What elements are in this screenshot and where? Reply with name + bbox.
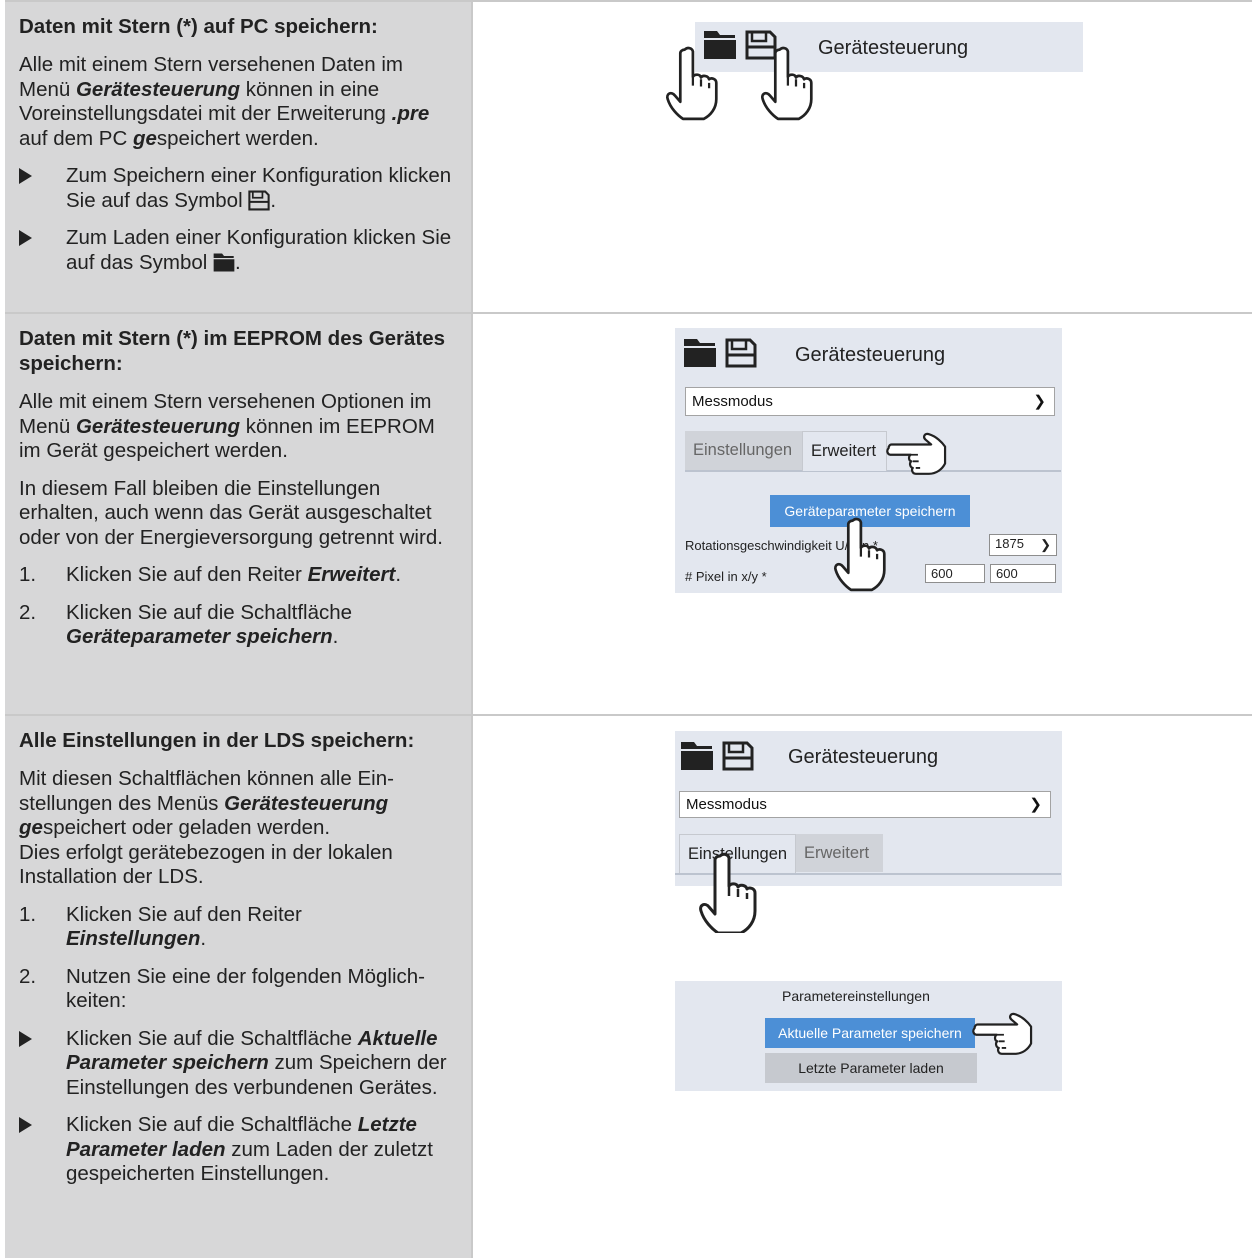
tab-advanced[interactable]: Erweitert [796, 834, 883, 872]
dropdown-value: Messmodus [692, 393, 773, 410]
disk-icon[interactable] [725, 338, 757, 368]
panel-title: Gerätesteuerung [788, 746, 939, 768]
tab-name: Einstellungen [66, 927, 201, 950]
step-item: 1. Klicken Sie auf den Reiter Einstellung… [19, 903, 457, 952]
section-heading: Alle Einstellungen in der LDS speichern: [19, 729, 415, 752]
folder-icon[interactable] [683, 338, 717, 368]
folder-icon [213, 252, 235, 273]
text: Dies erfolgt gerätebezogen in der lokale… [19, 840, 393, 889]
tab-name: Erweitert [307, 563, 396, 586]
section-heading: Daten mit Stern (*) im EEPROM des Geräte… [19, 327, 446, 375]
step-number: 1. [19, 902, 37, 926]
pixel-x-input[interactable]: 600 [925, 564, 985, 583]
dropdown-value: Messmodus [686, 796, 767, 813]
section-pc-save-illustration: Gerätesteuerung [475, 2, 1252, 314]
field-value: 1875 [995, 536, 1024, 551]
pointing-hand-icon [833, 514, 887, 592]
section-lds-save-illustration: Gerätesteuerung Messmodus ❯ Einstellungen… [475, 716, 1252, 1258]
section-heading: Daten mit Stern (*) auf PC speichern: [19, 15, 378, 38]
text: Klicken Sie auf die Schaltfläche [66, 1026, 358, 1050]
button-name: Geräteparameter speichern [66, 625, 333, 648]
tab-advanced[interactable]: Erweitert [802, 431, 887, 471]
text: auf dem PC [19, 126, 133, 150]
text: Nutzen Sie eine der folgenden Möglich­ke… [66, 964, 425, 1013]
save-current-params-button[interactable]: Aktuelle Parameter speichern [765, 1018, 975, 1048]
pointing-hand-icon [963, 1012, 1039, 1056]
step-item: 2. Nutzen Sie eine der folgenden Möglich­… [19, 965, 457, 1014]
mode-dropdown[interactable]: Messmodus ❯ [685, 387, 1055, 416]
mode-dropdown[interactable]: Messmodus ❯ [679, 791, 1051, 818]
pixel-y-input[interactable]: 600 [990, 564, 1056, 583]
section-lds-save: Alle Einstellungen in der LDS speichern:… [5, 714, 1252, 1258]
disk-icon [248, 190, 270, 211]
load-last-params-button[interactable]: Letzte Parameter laden [765, 1053, 977, 1083]
rotation-speed-select[interactable]: 1875 ❯ [989, 534, 1057, 556]
disk-icon[interactable] [722, 741, 754, 771]
text-emphasis: ge [132, 126, 157, 150]
pointing-hand-icon [760, 42, 814, 122]
section-pc-save-text: Daten mit Stern (*) auf PC speichern: Al… [5, 2, 473, 314]
pixel-label: # Pixel in x/y * [685, 569, 767, 584]
step-item: 1. Klicken Sie auf den Reiter Erweitert. [19, 563, 457, 588]
section-eeprom-save-text: Daten mit Stern (*) im EEPROM des Geräte… [5, 314, 473, 716]
bullet-triangle-icon [19, 230, 32, 246]
text: speichert oder geladen werden. [42, 816, 331, 839]
pointing-hand-icon [698, 851, 758, 933]
menu-name: Gerätesteuerung [224, 791, 389, 815]
text-emphasis: ge [19, 816, 43, 839]
bullet-item: Klicken Sie auf die Schaltfläche Aktuell… [19, 1027, 457, 1101]
panel-title: Gerätesteuerung [818, 37, 969, 59]
bullet-triangle-icon [19, 1117, 32, 1133]
chevron-down-icon: ❯ [1029, 796, 1042, 813]
text: Klicken Sie auf die Schaltfläche [66, 1113, 358, 1136]
step-item: 2. Klicken Sie auf die Schaltfläche Gerät… [19, 601, 457, 650]
bullet-text: Zum Laden einer Konfiguration klicken Si… [66, 226, 452, 274]
text: . [200, 927, 207, 950]
bullet-item: Zum Speichern einer Konfiguration klicke… [19, 164, 457, 213]
chevron-down-icon: ❯ [1040, 537, 1051, 552]
step-number: 2. [19, 964, 37, 988]
section-pc-save: Daten mit Stern (*) auf PC speichern: Al… [5, 0, 1252, 314]
section-eeprom-save: Daten mit Stern (*) im EEPROM des Geräte… [5, 312, 1252, 716]
bullet-item: Zum Laden einer Konfiguration klicken Si… [19, 226, 457, 275]
chevron-down-icon: ❯ [1033, 393, 1046, 410]
panel-title: Gerätesteuerung [795, 344, 946, 366]
text: speichert werden. [156, 126, 319, 150]
text: . [332, 625, 339, 648]
menu-name: Gerätesteuerung [75, 414, 241, 438]
text: Klicken Sie auf den Reiter [66, 563, 308, 586]
bullet-triangle-icon [19, 1030, 32, 1047]
file-extension: .pre [391, 102, 430, 125]
bullet-triangle-icon [19, 168, 32, 184]
section-paragraph: Alle mit einem Stern versehenen Daten im… [19, 53, 457, 151]
tab-settings[interactable]: Einstellungen [685, 431, 802, 470]
text: . [235, 250, 241, 274]
folder-icon[interactable] [680, 741, 714, 771]
text: . [395, 563, 402, 586]
bullet-item: Klicken Sie auf die Schaltfläche Letzte … [19, 1113, 457, 1187]
text: Klicken Sie auf die Schaltfläche [66, 600, 353, 624]
step-number: 1. [19, 563, 37, 586]
section-paragraph: In diesem Fall bleiben die Einstellungen… [19, 476, 443, 549]
section-eeprom-save-illustration: Gerätesteuerung Messmodus ❯ Einstellungen… [475, 314, 1252, 716]
text: Klicken Sie auf den Reiter [66, 902, 302, 926]
section-paragraph: Mit diesen Schaltflächen können alle Ein… [19, 767, 457, 890]
menu-name: Gerätesteuerung [75, 77, 241, 101]
step-number: 2. [19, 600, 37, 624]
text: . [270, 188, 277, 212]
section-lds-save-text: Alle Einstellungen in der LDS speichern:… [5, 716, 473, 1258]
params-title: Parametereinstellungen [782, 988, 930, 1004]
pointing-hand-icon [877, 432, 953, 476]
pointing-hand-icon [665, 42, 719, 122]
section-paragraph: Alle mit einem Stern versehenen Optionen… [19, 390, 457, 464]
